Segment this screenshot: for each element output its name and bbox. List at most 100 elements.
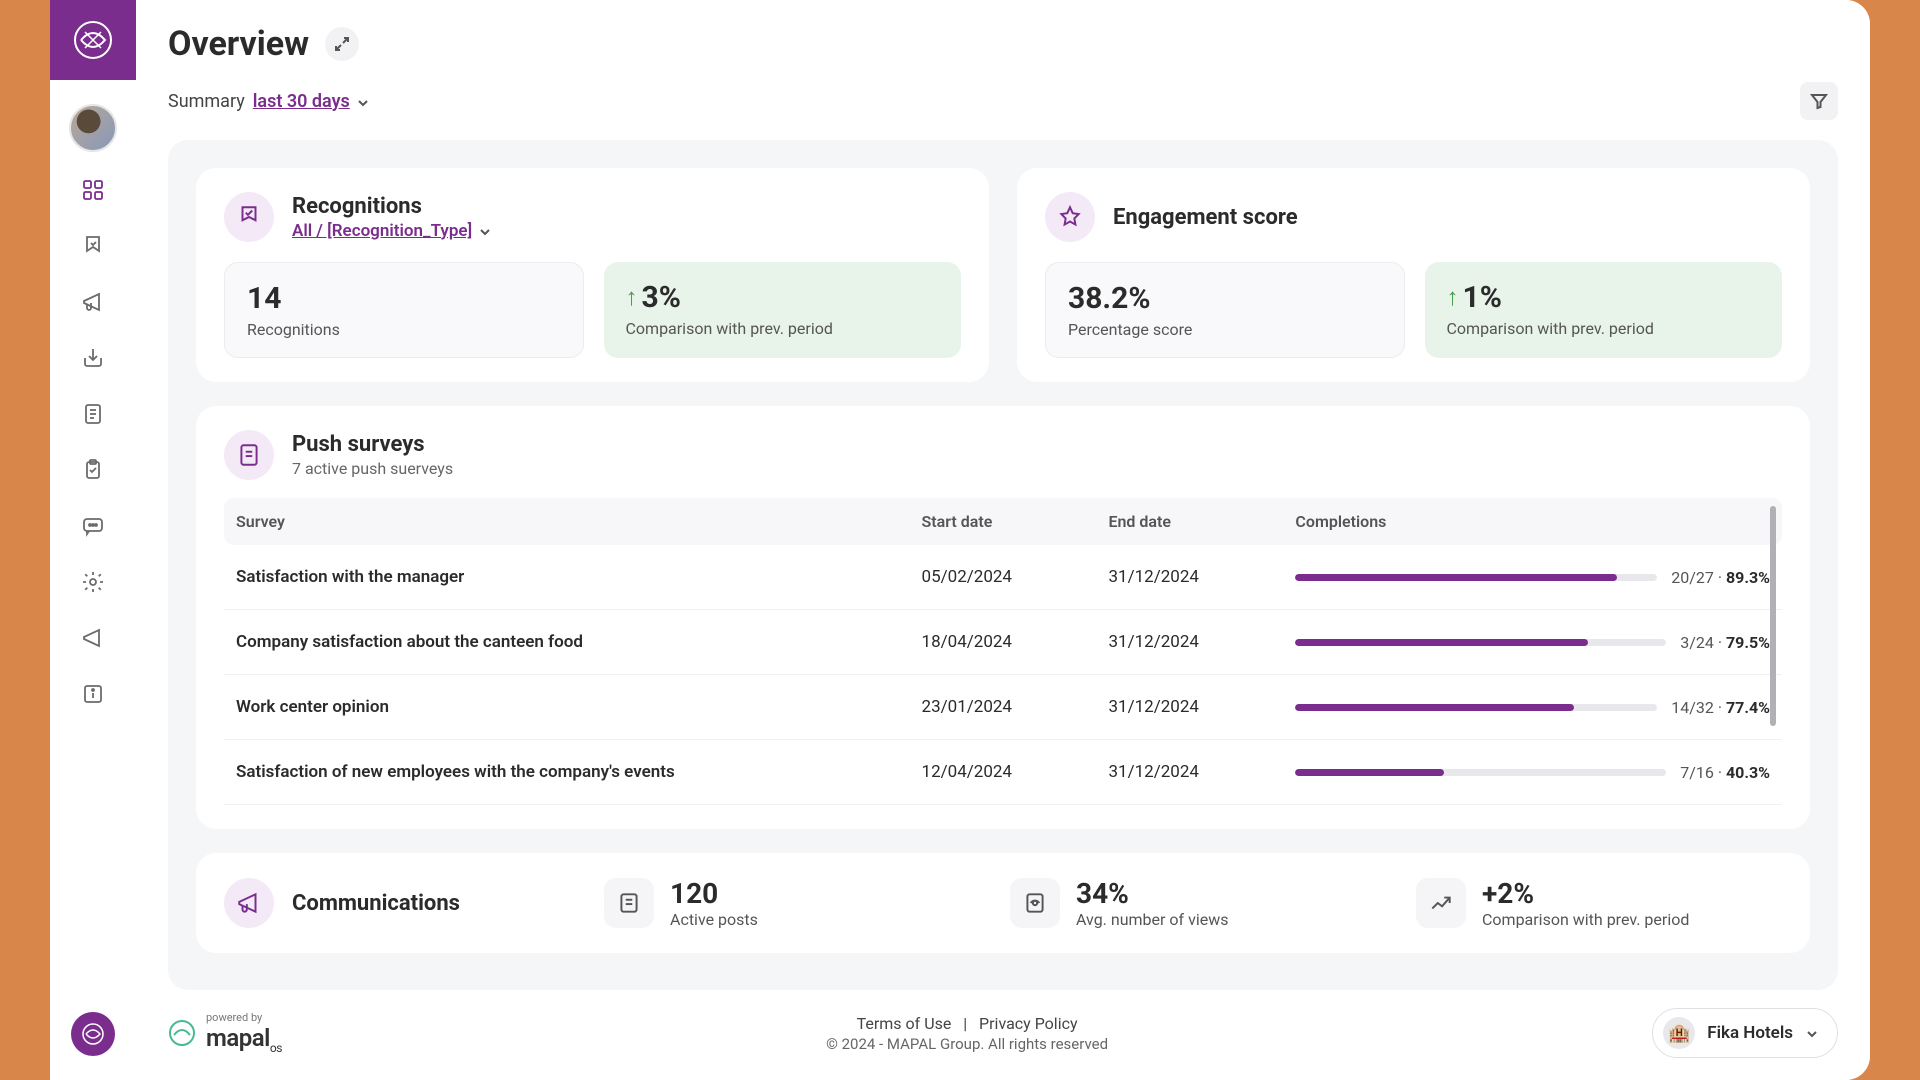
views-icon bbox=[1010, 878, 1060, 928]
table-row[interactable]: Satisfaction with the manager05/02/20243… bbox=[224, 545, 1782, 610]
nav-inbox-icon[interactable] bbox=[79, 344, 107, 372]
posts-icon bbox=[604, 878, 654, 928]
recognitions-title: Recognitions bbox=[292, 194, 492, 219]
survey-end: 31/12/2024 bbox=[1096, 740, 1283, 805]
surveys-table: Survey Start date End date Completions S… bbox=[224, 498, 1782, 805]
terms-link[interactable]: Terms of Use bbox=[857, 1014, 952, 1033]
chevron-down-icon bbox=[478, 224, 492, 238]
sidebar-brand-button[interactable] bbox=[71, 1012, 115, 1056]
progress-bar bbox=[1295, 574, 1657, 581]
nav-overview-icon[interactable] bbox=[79, 176, 107, 204]
chevron-down-icon bbox=[1805, 1026, 1819, 1040]
nav-posts-icon[interactable] bbox=[79, 400, 107, 428]
nav-settings-icon[interactable] bbox=[79, 568, 107, 596]
filter-button[interactable] bbox=[1800, 82, 1838, 120]
completion-text: 14/32 · 77.4% bbox=[1671, 698, 1770, 717]
completion-text: 3/24 · 79.5% bbox=[1680, 633, 1770, 652]
views-label: Avg. number of views bbox=[1076, 910, 1228, 929]
period-selector[interactable]: last 30 days bbox=[253, 91, 370, 112]
expand-button[interactable] bbox=[325, 27, 359, 61]
survey-start: 05/02/2024 bbox=[910, 545, 1097, 610]
chevron-down-icon bbox=[356, 94, 370, 108]
nav-info-icon[interactable] bbox=[79, 680, 107, 708]
views-value: 34% bbox=[1076, 877, 1228, 910]
survey-end: 31/12/2024 bbox=[1096, 545, 1283, 610]
engagement-card: Engagement score 38.2% Percentage score … bbox=[1017, 168, 1810, 382]
sidebar bbox=[50, 0, 136, 1080]
nav-chat-icon[interactable] bbox=[79, 512, 107, 540]
recognitions-count-box: 14 Recognitions bbox=[224, 262, 584, 358]
nav-campaigns-icon[interactable] bbox=[79, 288, 107, 316]
engagement-delta: 1% bbox=[1463, 280, 1502, 315]
org-logo-icon: 🏨 bbox=[1663, 1017, 1695, 1049]
trend-icon bbox=[1416, 878, 1466, 928]
surveys-subtitle: 7 active push suerveys bbox=[292, 459, 453, 478]
col-survey: Survey bbox=[224, 498, 910, 545]
org-selector[interactable]: 🏨 Fika Hotels bbox=[1652, 1008, 1838, 1058]
star-icon bbox=[1045, 192, 1095, 242]
progress-bar bbox=[1295, 704, 1657, 711]
powered-by-label: powered by bbox=[206, 1011, 282, 1024]
survey-name: Satisfaction with the manager bbox=[224, 545, 910, 610]
brand-name: mapal bbox=[206, 1024, 270, 1052]
survey-icon bbox=[224, 430, 274, 480]
brand-mark-icon bbox=[168, 1019, 196, 1047]
recognitions-filter[interactable]: All / [Recognition_Type] bbox=[292, 221, 492, 241]
col-start: Start date bbox=[910, 498, 1097, 545]
recognitions-count-label: Recognitions bbox=[247, 320, 561, 339]
nav-surveys-icon[interactable] bbox=[79, 456, 107, 484]
arrow-up-icon: ↑ bbox=[1447, 283, 1459, 312]
period-text: last 30 days bbox=[253, 91, 350, 112]
communications-title: Communications bbox=[292, 891, 460, 916]
recognitions-delta-box: ↑3% Comparison with prev. period bbox=[604, 262, 962, 358]
engagement-score: 38.2% bbox=[1068, 281, 1382, 316]
survey-end: 31/12/2024 bbox=[1096, 610, 1283, 675]
table-row[interactable]: Work center opinion23/01/202431/12/20241… bbox=[224, 675, 1782, 740]
org-name: Fika Hotels bbox=[1707, 1023, 1793, 1043]
copyright: © 2024 - MAPAL Group. All rights reserve… bbox=[826, 1035, 1108, 1053]
survey-start: 18/04/2024 bbox=[910, 610, 1097, 675]
engagement-score-box: 38.2% Percentage score bbox=[1045, 262, 1405, 358]
brand-suffix: os bbox=[270, 1041, 282, 1055]
survey-start: 12/04/2024 bbox=[910, 740, 1097, 805]
comms-delta-label: Comparison with prev. period bbox=[1482, 910, 1689, 929]
comms-delta-value: +2% bbox=[1482, 877, 1689, 910]
expand-icon bbox=[334, 36, 350, 52]
completion-text: 7/16 · 40.3% bbox=[1680, 763, 1770, 782]
recognitions-card: Recognitions All / [Recognition_Type] 14… bbox=[196, 168, 989, 382]
nav-recognitions-icon[interactable] bbox=[79, 232, 107, 260]
progress-bar bbox=[1295, 769, 1666, 776]
recognitions-filter-text: All / [Recognition_Type] bbox=[292, 221, 472, 241]
engagement-score-label: Percentage score bbox=[1068, 320, 1382, 339]
engagement-delta-label: Comparison with prev. period bbox=[1447, 319, 1761, 338]
badge-icon bbox=[224, 192, 274, 242]
completion-text: 20/27 · 89.3% bbox=[1671, 568, 1770, 587]
arrow-up-icon: ↑ bbox=[626, 283, 638, 312]
survey-name: Satisfaction of new employees with the c… bbox=[224, 740, 910, 805]
table-scrollbar[interactable] bbox=[1770, 506, 1776, 726]
engagement-delta-box: ↑1% Comparison with prev. period bbox=[1425, 262, 1783, 358]
posts-label: Active posts bbox=[670, 910, 758, 929]
brand-logo[interactable] bbox=[50, 0, 136, 80]
nav-announce-icon[interactable] bbox=[79, 624, 107, 652]
footer: powered by mapalos Terms of Use | Privac… bbox=[168, 990, 1838, 1080]
recognitions-delta: 3% bbox=[642, 280, 681, 315]
posts-value: 120 bbox=[670, 877, 758, 910]
progress-bar bbox=[1295, 639, 1666, 646]
recognitions-delta-label: Comparison with prev. period bbox=[626, 319, 940, 338]
col-end: End date bbox=[1096, 498, 1283, 545]
table-row[interactable]: Company satisfaction about the canteen f… bbox=[224, 610, 1782, 675]
survey-end: 31/12/2024 bbox=[1096, 675, 1283, 740]
user-avatar[interactable] bbox=[69, 104, 117, 152]
engagement-title: Engagement score bbox=[1113, 205, 1298, 230]
table-row[interactable]: Satisfaction of new employees with the c… bbox=[224, 740, 1782, 805]
privacy-link[interactable]: Privacy Policy bbox=[979, 1014, 1078, 1033]
filter-icon bbox=[1809, 91, 1829, 111]
col-completions: Completions bbox=[1283, 498, 1782, 545]
surveys-title: Push surveys bbox=[292, 432, 453, 457]
survey-name: Company satisfaction about the canteen f… bbox=[224, 610, 910, 675]
page-title: Overview bbox=[168, 24, 309, 64]
footer-brand: powered by mapalos bbox=[168, 1011, 282, 1055]
communications-card: Communications 120 Active posts 34% Avg.… bbox=[196, 853, 1810, 953]
summary-label: Summary bbox=[168, 91, 245, 112]
